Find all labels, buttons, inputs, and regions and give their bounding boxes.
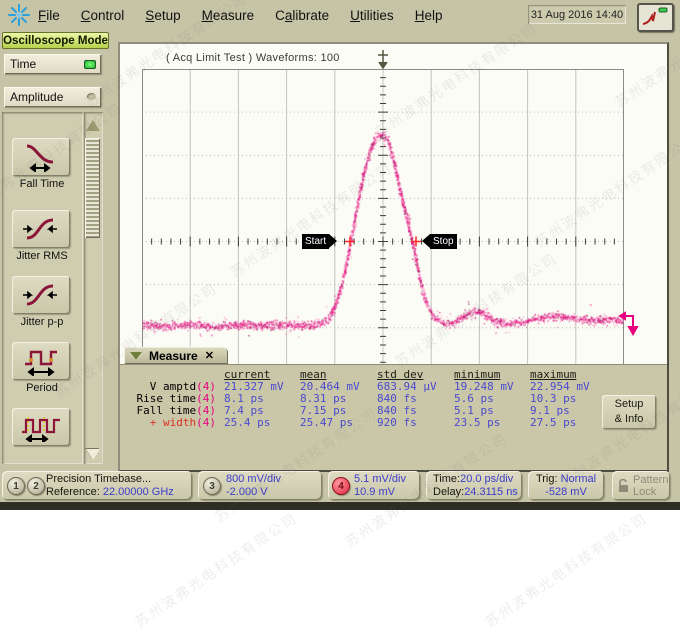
- measurement-scrollbar[interactable]: [84, 112, 103, 464]
- fall-time-label: Fall Time: [2, 178, 82, 190]
- measure-results-panel: current mean std dev minimum maximum V a…: [120, 364, 667, 470]
- channel-3-icon[interactable]: 3: [203, 477, 221, 495]
- mode-label: Oscilloscope Mode: [2, 32, 109, 49]
- channel-2-icon[interactable]: 2: [27, 477, 45, 495]
- period-icon: [19, 346, 63, 376]
- menu-setup[interactable]: Setup: [145, 8, 180, 23]
- menu-file[interactable]: File: [38, 8, 60, 23]
- channel-4-icon[interactable]: 4: [332, 477, 350, 495]
- oscilloscope-screen: File Control Setup Measure Calibrate Uti…: [0, 0, 680, 510]
- jitter-rms-button[interactable]: [12, 210, 70, 248]
- multi-period-icon: [19, 412, 63, 442]
- lock-icon: [617, 479, 630, 493]
- menu-control[interactable]: Control: [81, 8, 125, 23]
- timebase-button[interactable]: 1 2 Precision Timebase... Reference: 22.…: [2, 471, 192, 500]
- agilent-spark-logo: [6, 3, 32, 27]
- close-icon[interactable]: ✕: [205, 349, 214, 362]
- menu-utilities[interactable]: Utilities: [350, 8, 394, 23]
- cell: 25.4 ps: [224, 416, 270, 429]
- trigger-button[interactable]: Trig: Normal -528 mV: [528, 471, 604, 500]
- green-led-icon: [84, 60, 96, 69]
- measure-tab[interactable]: Measure ✕: [124, 347, 228, 364]
- measure-tab-title: Measure: [149, 349, 198, 363]
- waveform-display: ( Acq Limit Test ) Waveforms: 100: [118, 42, 669, 472]
- pattern-lock-button[interactable]: PatternLock: [612, 471, 670, 500]
- multi-period-button[interactable]: [12, 408, 70, 446]
- stop-marker-flag[interactable]: Stop: [430, 234, 457, 249]
- row-label: + width(4): [120, 416, 216, 429]
- run-status-icon[interactable]: [637, 3, 674, 32]
- bezel-bottom-strip: [0, 502, 680, 510]
- channel-1-icon[interactable]: 1: [7, 477, 25, 495]
- menu-measure[interactable]: Measure: [202, 8, 255, 23]
- jitter-rms-icon: [19, 214, 63, 244]
- sidebar: Oscilloscope Mode Time Amplitude Fall Ti…: [0, 30, 110, 470]
- scroll-thumb[interactable]: [85, 138, 100, 238]
- channel-4-scale-button[interactable]: 4 5.1 mV/div10.9 mV: [328, 471, 420, 500]
- off-led-icon: [87, 93, 96, 100]
- menu-bar: File Control Setup Measure Calibrate Uti…: [0, 0, 680, 30]
- status-bar: 1 2 Precision Timebase... Reference: 22.…: [0, 470, 680, 502]
- scroll-up-icon[interactable]: [86, 120, 100, 131]
- category-dropdown[interactable]: Amplitude: [4, 87, 101, 107]
- cell: 27.5 ps: [530, 416, 576, 429]
- start-marker-flag[interactable]: Start: [302, 234, 329, 249]
- channel-3-scale-button[interactable]: 3 800 mV/div-2.000 V: [198, 471, 322, 500]
- measurement-list: Fall Time Jitter RMS Jitter p-p: [2, 112, 83, 464]
- category-dropdown-value: Amplitude: [10, 90, 63, 104]
- source-dropdown[interactable]: Time: [4, 54, 101, 74]
- datetime-display: 31 Aug 2016 14:40: [528, 5, 626, 24]
- cell: 25.47 ps: [300, 416, 353, 429]
- collapse-icon[interactable]: [130, 352, 142, 360]
- cell: 23.5 ps: [454, 416, 500, 429]
- jitter-pp-button[interactable]: [12, 276, 70, 314]
- source-dropdown-value: Time: [10, 57, 36, 71]
- fall-time-icon: [19, 142, 63, 172]
- jitter-rms-label: Jitter RMS: [2, 250, 82, 262]
- menu-help[interactable]: Help: [415, 8, 443, 23]
- period-button[interactable]: [12, 342, 70, 380]
- time-delay-button[interactable]: Time:20.0 ps/div Delay:24.3115 ns: [426, 471, 522, 500]
- jitter-pp-icon: [19, 280, 63, 310]
- acquisition-title: ( Acq Limit Test ) Waveforms: 100: [166, 52, 340, 64]
- timebase-line1: Precision Timebase...: [46, 473, 174, 486]
- setup-info-button[interactable]: Setup& Info: [602, 395, 656, 429]
- period-label: Period: [2, 382, 82, 394]
- cell: 920 fs: [377, 416, 417, 429]
- time-reference-marker: [378, 50, 388, 68]
- scroll-down-icon[interactable]: [86, 449, 100, 460]
- menu-calibrate[interactable]: Calibrate: [275, 8, 329, 23]
- jitter-pp-label: Jitter p-p: [2, 316, 82, 328]
- fall-time-button[interactable]: [12, 138, 70, 176]
